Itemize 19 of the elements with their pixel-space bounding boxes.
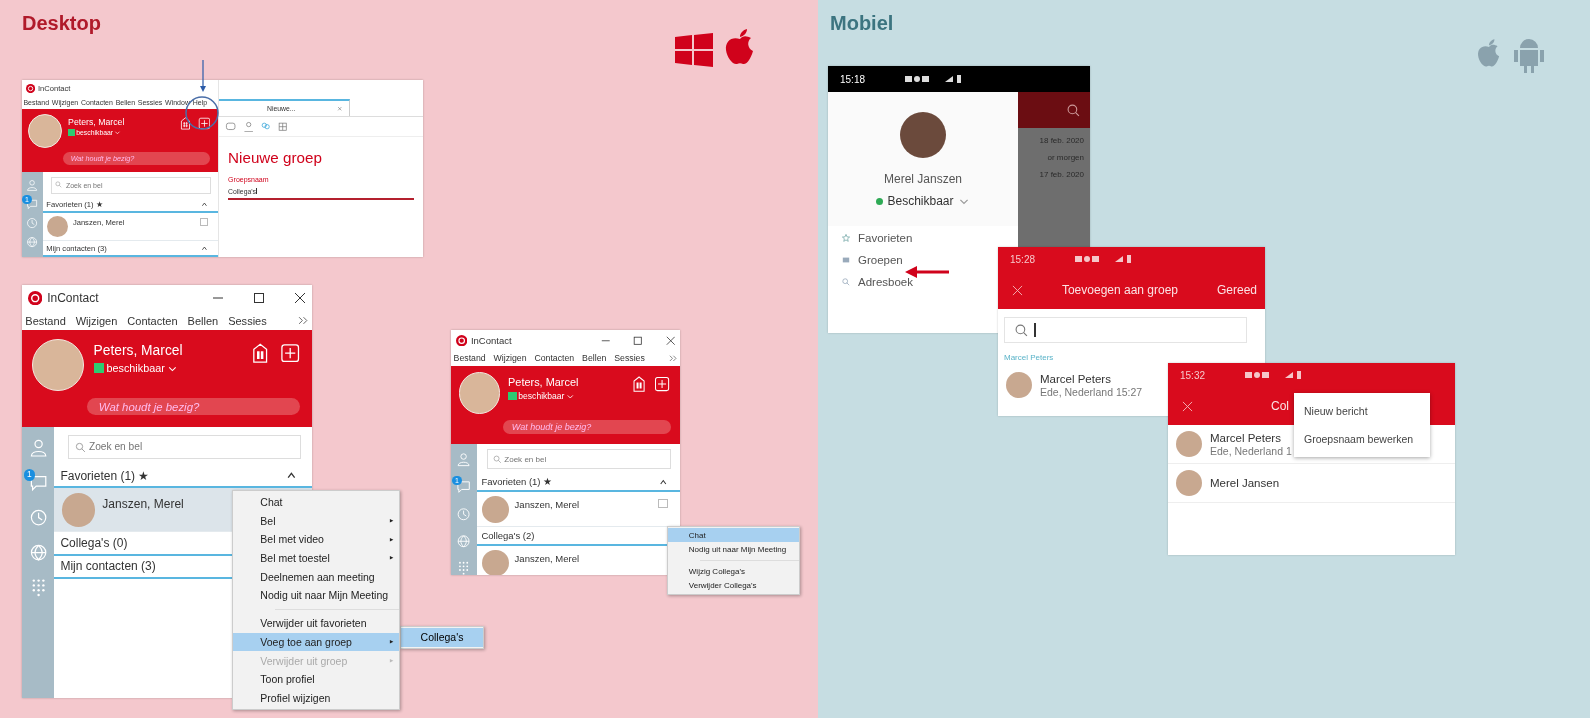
user-name: Peters, Marcel (93, 343, 183, 359)
form-title: Nieuwe groep (228, 148, 322, 166)
status-time: 15:28 (1010, 253, 1036, 265)
window-title: InContact (470, 334, 512, 346)
notification-badge: 1 (23, 468, 36, 481)
status-time: 15:32 (1180, 369, 1206, 381)
window-title: InContact (47, 291, 99, 306)
status-time: 15:18 (840, 73, 866, 85)
screen-title: Col (1271, 399, 1289, 413)
contact-name: Janszen, Merel (102, 495, 184, 511)
contact-name: Janszen, Merel (514, 497, 580, 510)
user-name: Peters, Marcel (68, 116, 125, 127)
user-name: Merel Janszen (883, 172, 962, 186)
contact-name: Janszen, Merel (514, 551, 580, 564)
screen-title: Toevoegen aan groep (1061, 283, 1179, 297)
user-name: Peters, Marcel (508, 376, 579, 389)
section-heading: Desktop (22, 12, 101, 35)
section-label: Marcel Peters (1003, 352, 1055, 364)
section-heading: Mobiel (830, 12, 894, 35)
